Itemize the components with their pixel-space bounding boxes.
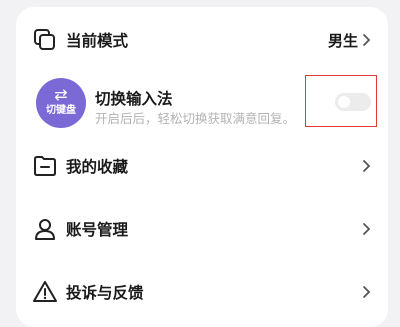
switch-ime-description: 开启后后，轻松切换获取满意回复。 [95,111,296,126]
chevron-right-icon [363,223,371,235]
chevron-right-icon [363,160,371,172]
menu-item-label: 我的收藏 [66,158,129,176]
copy-icon [34,29,55,50]
user-icon [35,219,55,240]
warning-icon [33,281,57,302]
current-mode-label: 当前模式 [66,32,129,50]
chevron-right-icon [363,286,371,298]
folder-icon [34,156,56,176]
swap-arrows-icon: ⇄ [54,85,68,104]
menu-item-feedback[interactable]: 投诉与反馈 [16,261,388,321]
menu-item-account[interactable]: 账号管理 [16,198,388,258]
switch-ime-toggle[interactable] [335,93,371,111]
menu-item-favorites[interactable]: 我的收藏 [16,135,388,195]
current-mode-row[interactable]: 当前模式 男生 [16,9,388,69]
keyboard-switch-badge: ⇄ 切键盘 [36,78,86,128]
badge-label: 切键盘 [46,105,76,116]
switch-ime-title: 切换输入法 [95,90,173,108]
chevron-right-icon [363,34,371,46]
toggle-knob [338,96,350,108]
current-mode-value: 男生 [327,32,358,50]
menu-item-label: 账号管理 [66,221,129,239]
settings-card: 当前模式 男生 ⇄ 切键盘 切换输入法 开启后后，轻松切换获取满意回复。 我的收… [16,7,388,327]
menu-item-label: 投诉与反馈 [66,284,144,302]
